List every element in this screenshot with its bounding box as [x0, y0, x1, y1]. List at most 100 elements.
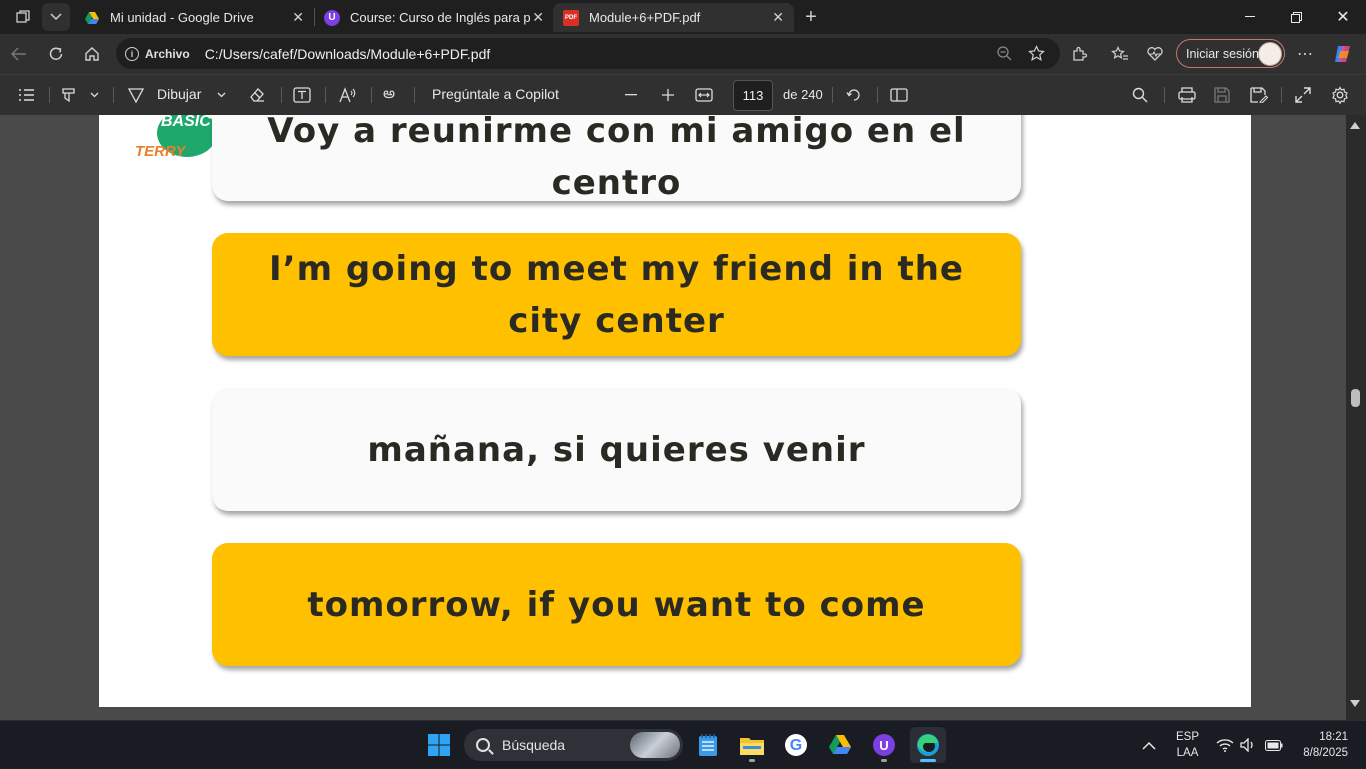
u-app[interactable]: U	[866, 727, 902, 763]
scroll-thumb[interactable]	[1351, 389, 1360, 407]
volume-icon[interactable]	[1240, 721, 1256, 769]
toolbar-divider	[371, 87, 372, 103]
taskbar-search[interactable]: Búsqueda	[464, 729, 683, 761]
print-icon[interactable]	[1178, 84, 1196, 106]
contents-list-icon[interactable]	[18, 84, 35, 106]
toolbar-divider	[414, 87, 415, 103]
zoom-in-icon[interactable]	[661, 84, 675, 106]
tab-title: Module+6+PDF.pdf	[589, 10, 701, 25]
tab-course[interactable]: U Course: Curso de Inglés para principia…	[314, 3, 554, 32]
logo-text: TERRY	[135, 143, 186, 160]
scheme-label: Archivo	[145, 46, 190, 61]
avatar	[1258, 42, 1282, 66]
tab-strip: Mi unidad - Google Drive ✕ U Course: Cur…	[0, 0, 1366, 34]
wifi-icon[interactable]	[1216, 721, 1234, 769]
fit-width-icon[interactable]	[695, 84, 713, 106]
draw-icon[interactable]	[127, 84, 145, 106]
file-explorer-app[interactable]	[734, 727, 770, 763]
browser-essentials-icon[interactable]	[1141, 40, 1169, 68]
close-tab-icon[interactable]: ✕	[292, 9, 304, 26]
notepad-app[interactable]	[690, 727, 726, 763]
tab-google-drive[interactable]: Mi unidad - Google Drive ✕	[74, 3, 314, 32]
battery-icon[interactable]	[1265, 721, 1283, 769]
tab-actions-chevron-icon[interactable]	[42, 3, 70, 31]
more-menu-icon[interactable]: ⋯	[1291, 40, 1319, 68]
phrase-text: mañana, si quieres venir	[367, 429, 866, 470]
translate-icon[interactable]: అ	[383, 84, 395, 106]
full-screen-icon[interactable]	[1295, 84, 1311, 106]
address-bar[interactable]: i Archivo C:/Users/cafef/Downloads/Modul…	[116, 38, 1060, 69]
search-icon	[476, 738, 490, 752]
workspaces-icon[interactable]	[9, 3, 37, 31]
close-window-button[interactable]: ✕	[1320, 0, 1366, 34]
toolbar-divider	[832, 87, 833, 103]
save-icon[interactable]	[1214, 84, 1230, 106]
eraser-icon[interactable]	[248, 84, 266, 106]
read-aloud-icon[interactable]	[339, 84, 357, 106]
google-drive-app[interactable]	[822, 727, 858, 763]
page-view-icon[interactable]	[890, 84, 908, 106]
microsoft-edge-app[interactable]	[910, 727, 946, 763]
ask-copilot-button[interactable]: Pregúntale a Copilot	[432, 86, 559, 102]
clock-time: 18:21	[1319, 731, 1348, 743]
svg-text:G: G	[790, 737, 802, 754]
scroll-down-icon[interactable]	[1350, 700, 1360, 707]
close-tab-icon[interactable]: ✕	[532, 9, 544, 26]
phrase-card-spanish: mañana, si quieres venir	[212, 388, 1021, 511]
phrase-card-english: tomorrow, if you want to come	[212, 543, 1021, 666]
draw-chevron-icon[interactable]	[217, 84, 226, 106]
find-icon[interactable]	[1132, 84, 1148, 106]
page-number-input[interactable]: 113	[733, 80, 773, 111]
course-logo: BASIC CO TERRY	[135, 115, 217, 169]
info-icon[interactable]: i	[125, 46, 139, 61]
favorites-icon[interactable]	[1106, 40, 1134, 68]
rotate-icon[interactable]	[845, 84, 863, 106]
highlight-icon[interactable]	[60, 84, 78, 106]
google-chrome-app[interactable]: G	[778, 727, 814, 763]
text-box-icon[interactable]	[293, 84, 311, 106]
minimize-button[interactable]	[1227, 0, 1273, 34]
vertical-scrollbar[interactable]	[1346, 115, 1366, 720]
settings-gear-icon[interactable]	[1331, 84, 1349, 106]
pdf-viewer[interactable]: BASIC CO TERRY Voy a reunirme con mi ami…	[0, 115, 1366, 720]
address-bar-row: i Archivo C:/Users/cafef/Downloads/Modul…	[0, 34, 1366, 74]
home-icon[interactable]	[78, 40, 106, 68]
toolbar-divider	[325, 87, 326, 103]
sign-in-button[interactable]: Iniciar sesión	[1176, 39, 1285, 68]
phrase-card-spanish: Voy a reunirme con mi amigo en el centro	[212, 115, 1021, 203]
toolbar-divider	[1281, 87, 1282, 103]
clock-date: 8/8/2025	[1303, 747, 1348, 759]
favorite-star-icon[interactable]	[1028, 45, 1045, 67]
logo-text: BASIC	[161, 115, 211, 130]
url-text[interactable]: C:/Users/cafef/Downloads/Module+6+PDF.pd…	[205, 46, 491, 62]
extensions-icon[interactable]	[1065, 40, 1093, 68]
clock[interactable]: 18:21 8/8/2025	[1296, 721, 1348, 769]
copilot-icon[interactable]	[1329, 40, 1357, 68]
draw-label[interactable]: Dibujar	[157, 86, 201, 102]
zoom-out-icon[interactable]	[625, 84, 637, 106]
toolbar-divider	[877, 87, 878, 103]
toolbar-divider	[113, 87, 114, 103]
new-tab-icon[interactable]: +	[797, 3, 825, 31]
close-tab-icon[interactable]: ✕	[772, 9, 784, 26]
running-indicator	[881, 759, 887, 762]
show-hidden-icons[interactable]	[1142, 721, 1156, 769]
back-icon[interactable]	[5, 40, 33, 68]
u-app-icon: U	[324, 9, 340, 26]
toolbar-divider	[281, 87, 282, 103]
svg-text:U: U	[879, 738, 888, 753]
zoom-out-icon[interactable]	[996, 45, 1012, 66]
sign-in-label: Iniciar sesión	[1186, 46, 1259, 61]
tab-pdf[interactable]: PDF Module+6+PDF.pdf ✕	[553, 3, 794, 32]
start-button[interactable]	[421, 727, 457, 763]
windows-taskbar: Búsqueda G U ESP LAA 18:21 8/8/2025	[0, 720, 1366, 768]
refresh-icon[interactable]	[42, 40, 70, 68]
language-label: ESP	[1176, 731, 1200, 743]
phrase-text: Voy a reunirme con mi amigo en el centro	[267, 115, 966, 203]
scroll-up-icon[interactable]	[1350, 122, 1360, 129]
input-language[interactable]: ESP LAA	[1176, 721, 1199, 769]
save-as-icon[interactable]	[1250, 84, 1268, 106]
restore-button[interactable]	[1273, 0, 1319, 34]
phrase-card-english: I’m going to meet my friend in the city …	[212, 233, 1021, 356]
highlight-chevron-icon[interactable]	[90, 84, 99, 106]
